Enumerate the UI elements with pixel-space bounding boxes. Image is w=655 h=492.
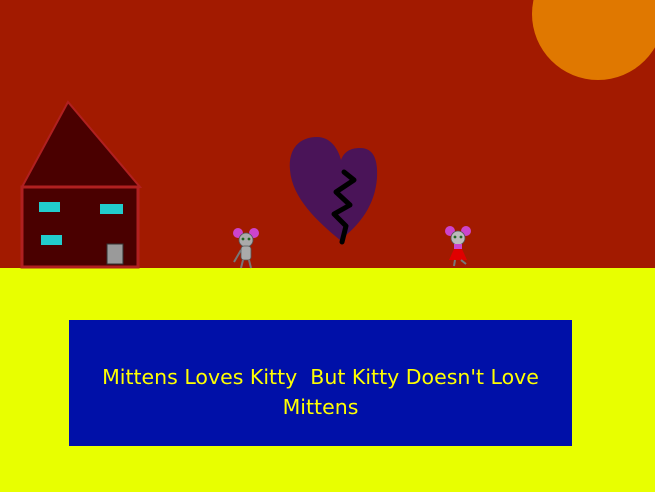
house-door — [106, 243, 124, 265]
house-window — [39, 202, 60, 212]
house-window — [41, 235, 62, 245]
caption-box: Mittens Loves Kitty But Kitty Doesn't Lo… — [69, 320, 572, 446]
caption-text: Mittens Loves Kitty But Kitty Doesn't Lo… — [102, 365, 546, 419]
house-window — [100, 204, 123, 214]
